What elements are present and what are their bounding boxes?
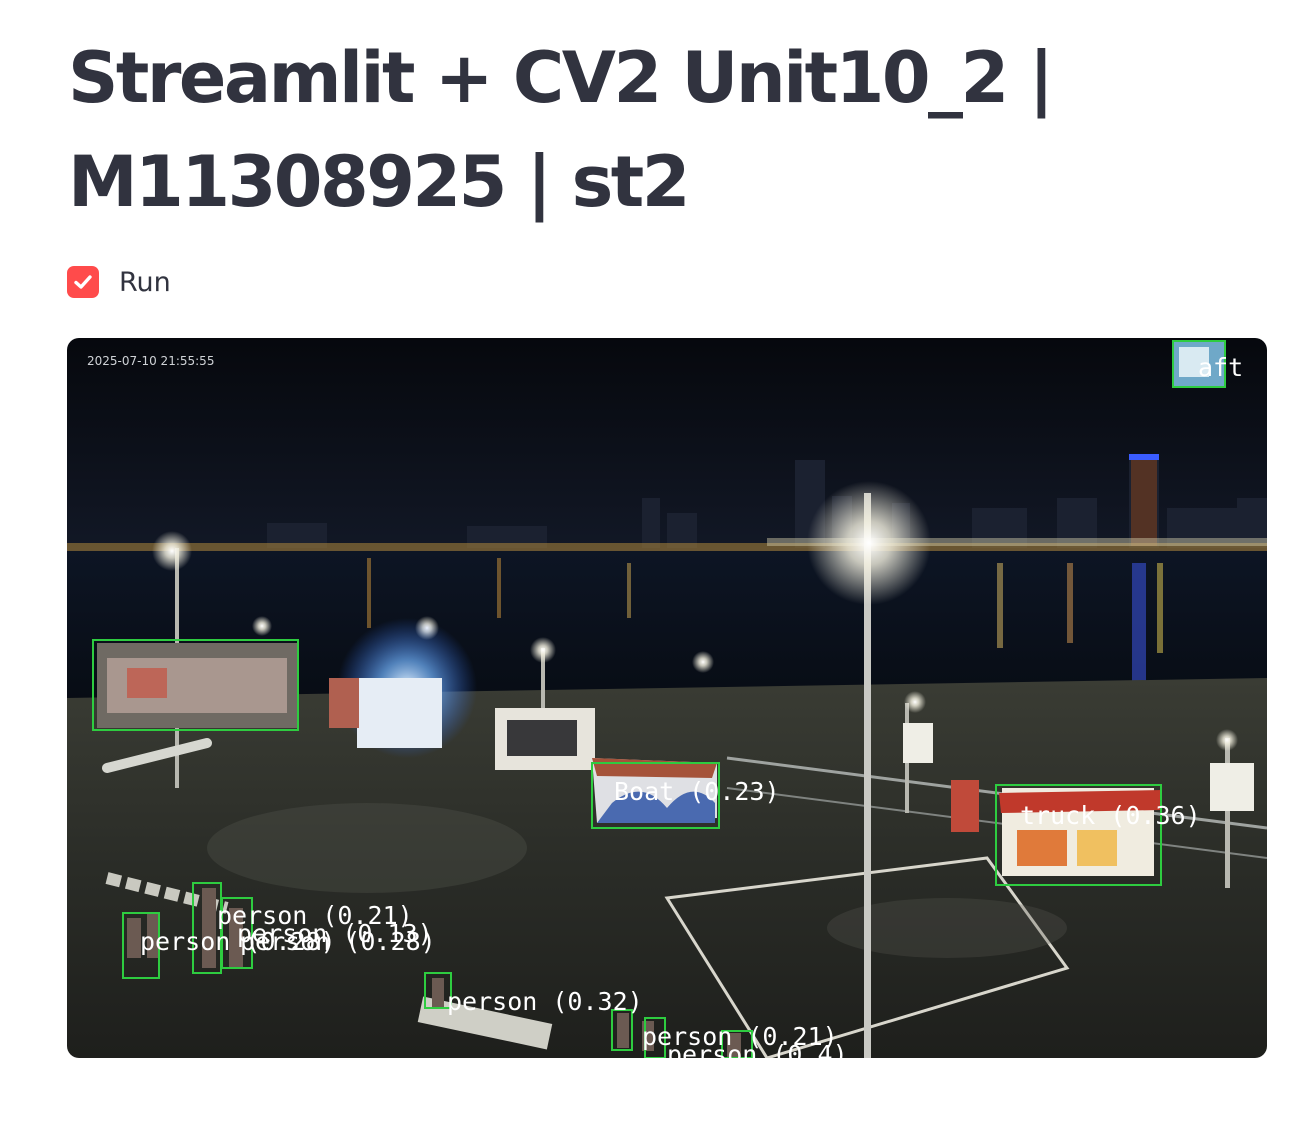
detection-label-person-5: person (0.32) [447,987,643,1016]
run-checkbox-row[interactable]: Run [67,266,171,298]
corner-text: aft [1198,353,1243,382]
video-frame: 2025-07-10 21:55:55 aft Boat (0.23) truc [67,338,1267,1058]
video-timestamp: 2025-07-10 21:55:55 [87,354,214,368]
streamlit-page: Streamlit + CV2 Unit10_2 | M11308925 | s… [0,0,1314,1130]
checkmark-icon [74,275,92,289]
page-title: Streamlit + CV2 Unit10_2 | M11308925 | s… [68,37,1054,223]
run-checkbox-label: Run [119,266,171,298]
run-checkbox[interactable] [67,266,99,298]
detection-label-truck: truck (0.36) [1020,801,1201,830]
detection-label-person-3: person (0.28) [240,927,436,956]
detection-label-person-7: person (0.4) [667,1040,848,1058]
camera-image: 2025-07-10 21:55:55 aft Boat (0.23) truc [67,338,1267,1058]
detection-label-boat: Boat (0.23) [614,777,780,806]
